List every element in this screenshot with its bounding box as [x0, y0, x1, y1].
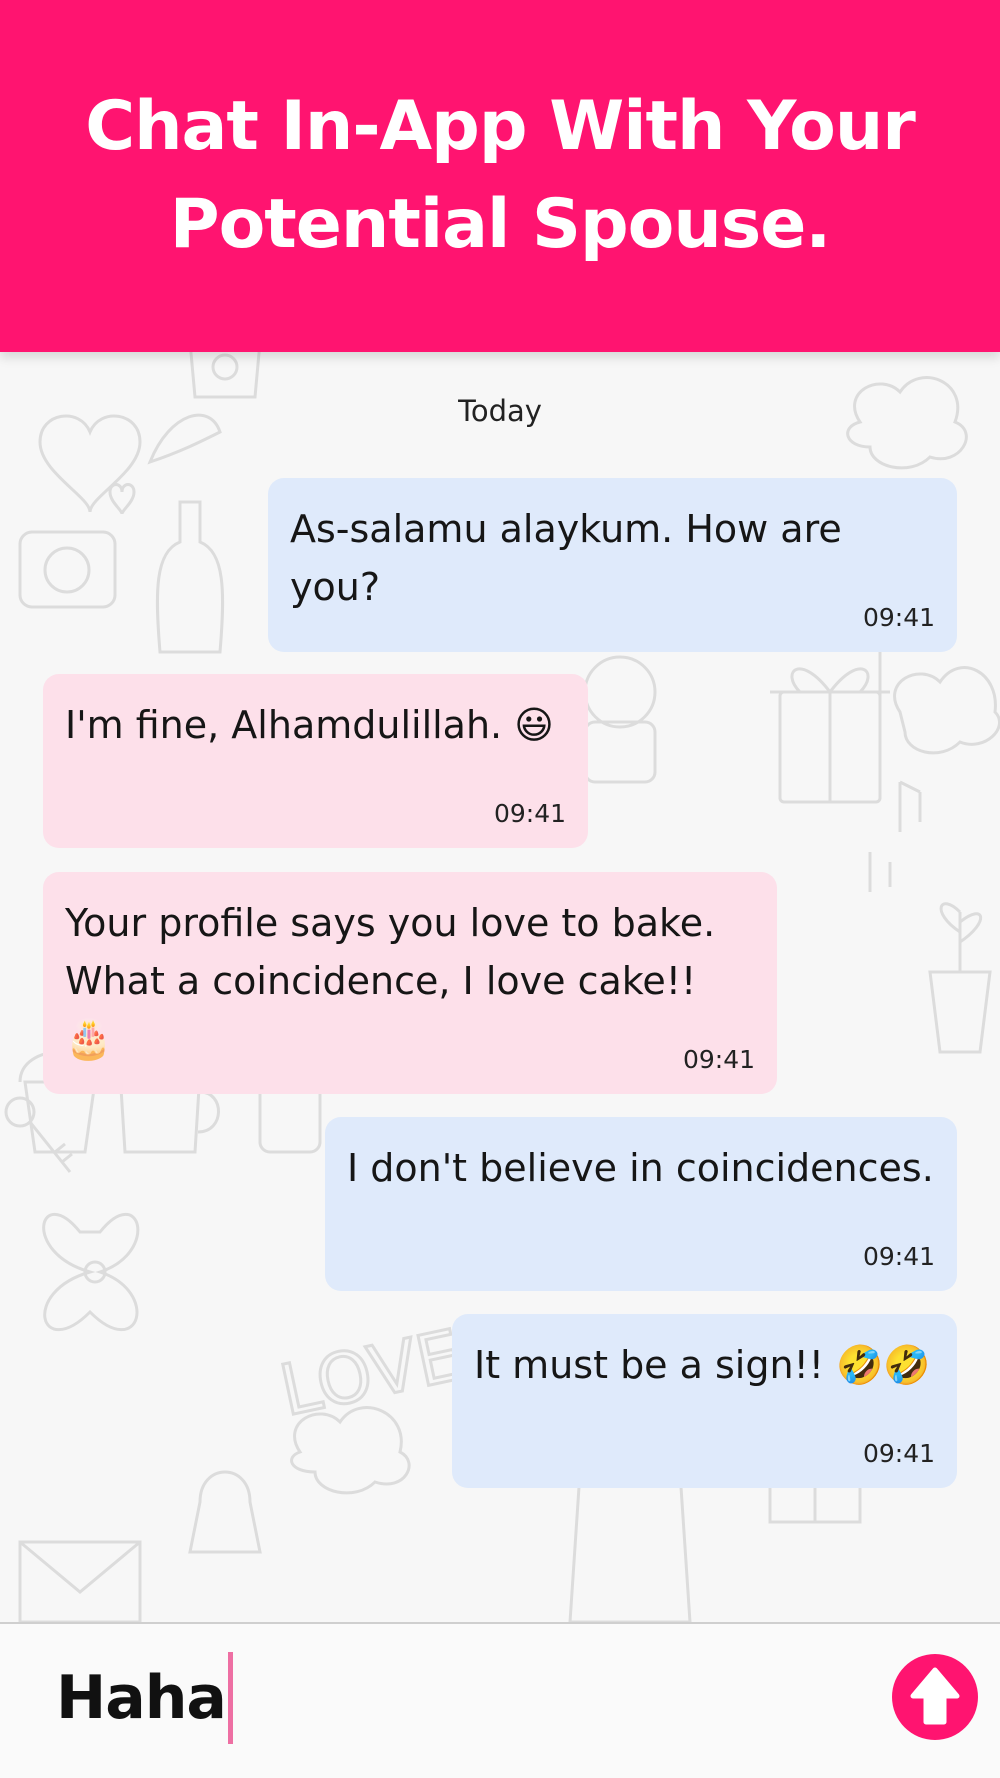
message-timestamp: 09:41	[862, 603, 935, 632]
message-bubble-incoming[interactable]: Your profile says you love to bake. What…	[43, 872, 777, 1094]
message-timestamp: 09:41	[682, 1045, 755, 1074]
message-text: It must be a sign!! 🤣🤣	[474, 1343, 931, 1387]
date-separator: Today	[458, 394, 542, 428]
promo-title-line1: Chat In-App With Your	[85, 87, 916, 166]
message-text: As-salamu alaykum. How are you?	[290, 507, 842, 609]
promo-title: Chat In-App With Your Potential Spouse.	[40, 78, 960, 274]
message-input[interactable]: Haha	[56, 1648, 233, 1748]
chat-area[interactable]: LOVE Today As-salamu alaykum. How are yo…	[0, 352, 1000, 1622]
message-text: I don't believe in coincidences.	[347, 1146, 934, 1190]
message-text: I'm fine, Alhamdulillah. 😃	[65, 703, 554, 747]
message-bubble-outgoing[interactable]: As-salamu alaykum. How are you? 09:41	[268, 478, 957, 652]
arrow-up-icon	[910, 1667, 960, 1725]
message-bubble-outgoing[interactable]: I don't believe in coincidences. 09:41	[325, 1117, 957, 1291]
message-bubble-incoming[interactable]: I'm fine, Alhamdulillah. 😃 09:41	[43, 674, 588, 848]
promo-title-line2: Potential Spouse.	[169, 185, 831, 264]
message-timestamp: 09:41	[862, 1439, 935, 1468]
message-composer: Haha	[0, 1622, 1000, 1778]
message-timestamp: 09:41	[862, 1242, 935, 1271]
message-timestamp: 09:41	[493, 799, 566, 828]
message-input-value[interactable]: Haha	[56, 1663, 227, 1733]
message-text: Your profile says you love to bake. What…	[65, 901, 716, 1061]
svg-text:LOVE: LOVE	[273, 1314, 469, 1432]
message-bubble-outgoing[interactable]: It must be a sign!! 🤣🤣 09:41	[452, 1314, 957, 1488]
send-button[interactable]	[892, 1654, 978, 1740]
promo-banner: Chat In-App With Your Potential Spouse.	[0, 0, 1000, 352]
text-caret	[227, 1652, 233, 1744]
